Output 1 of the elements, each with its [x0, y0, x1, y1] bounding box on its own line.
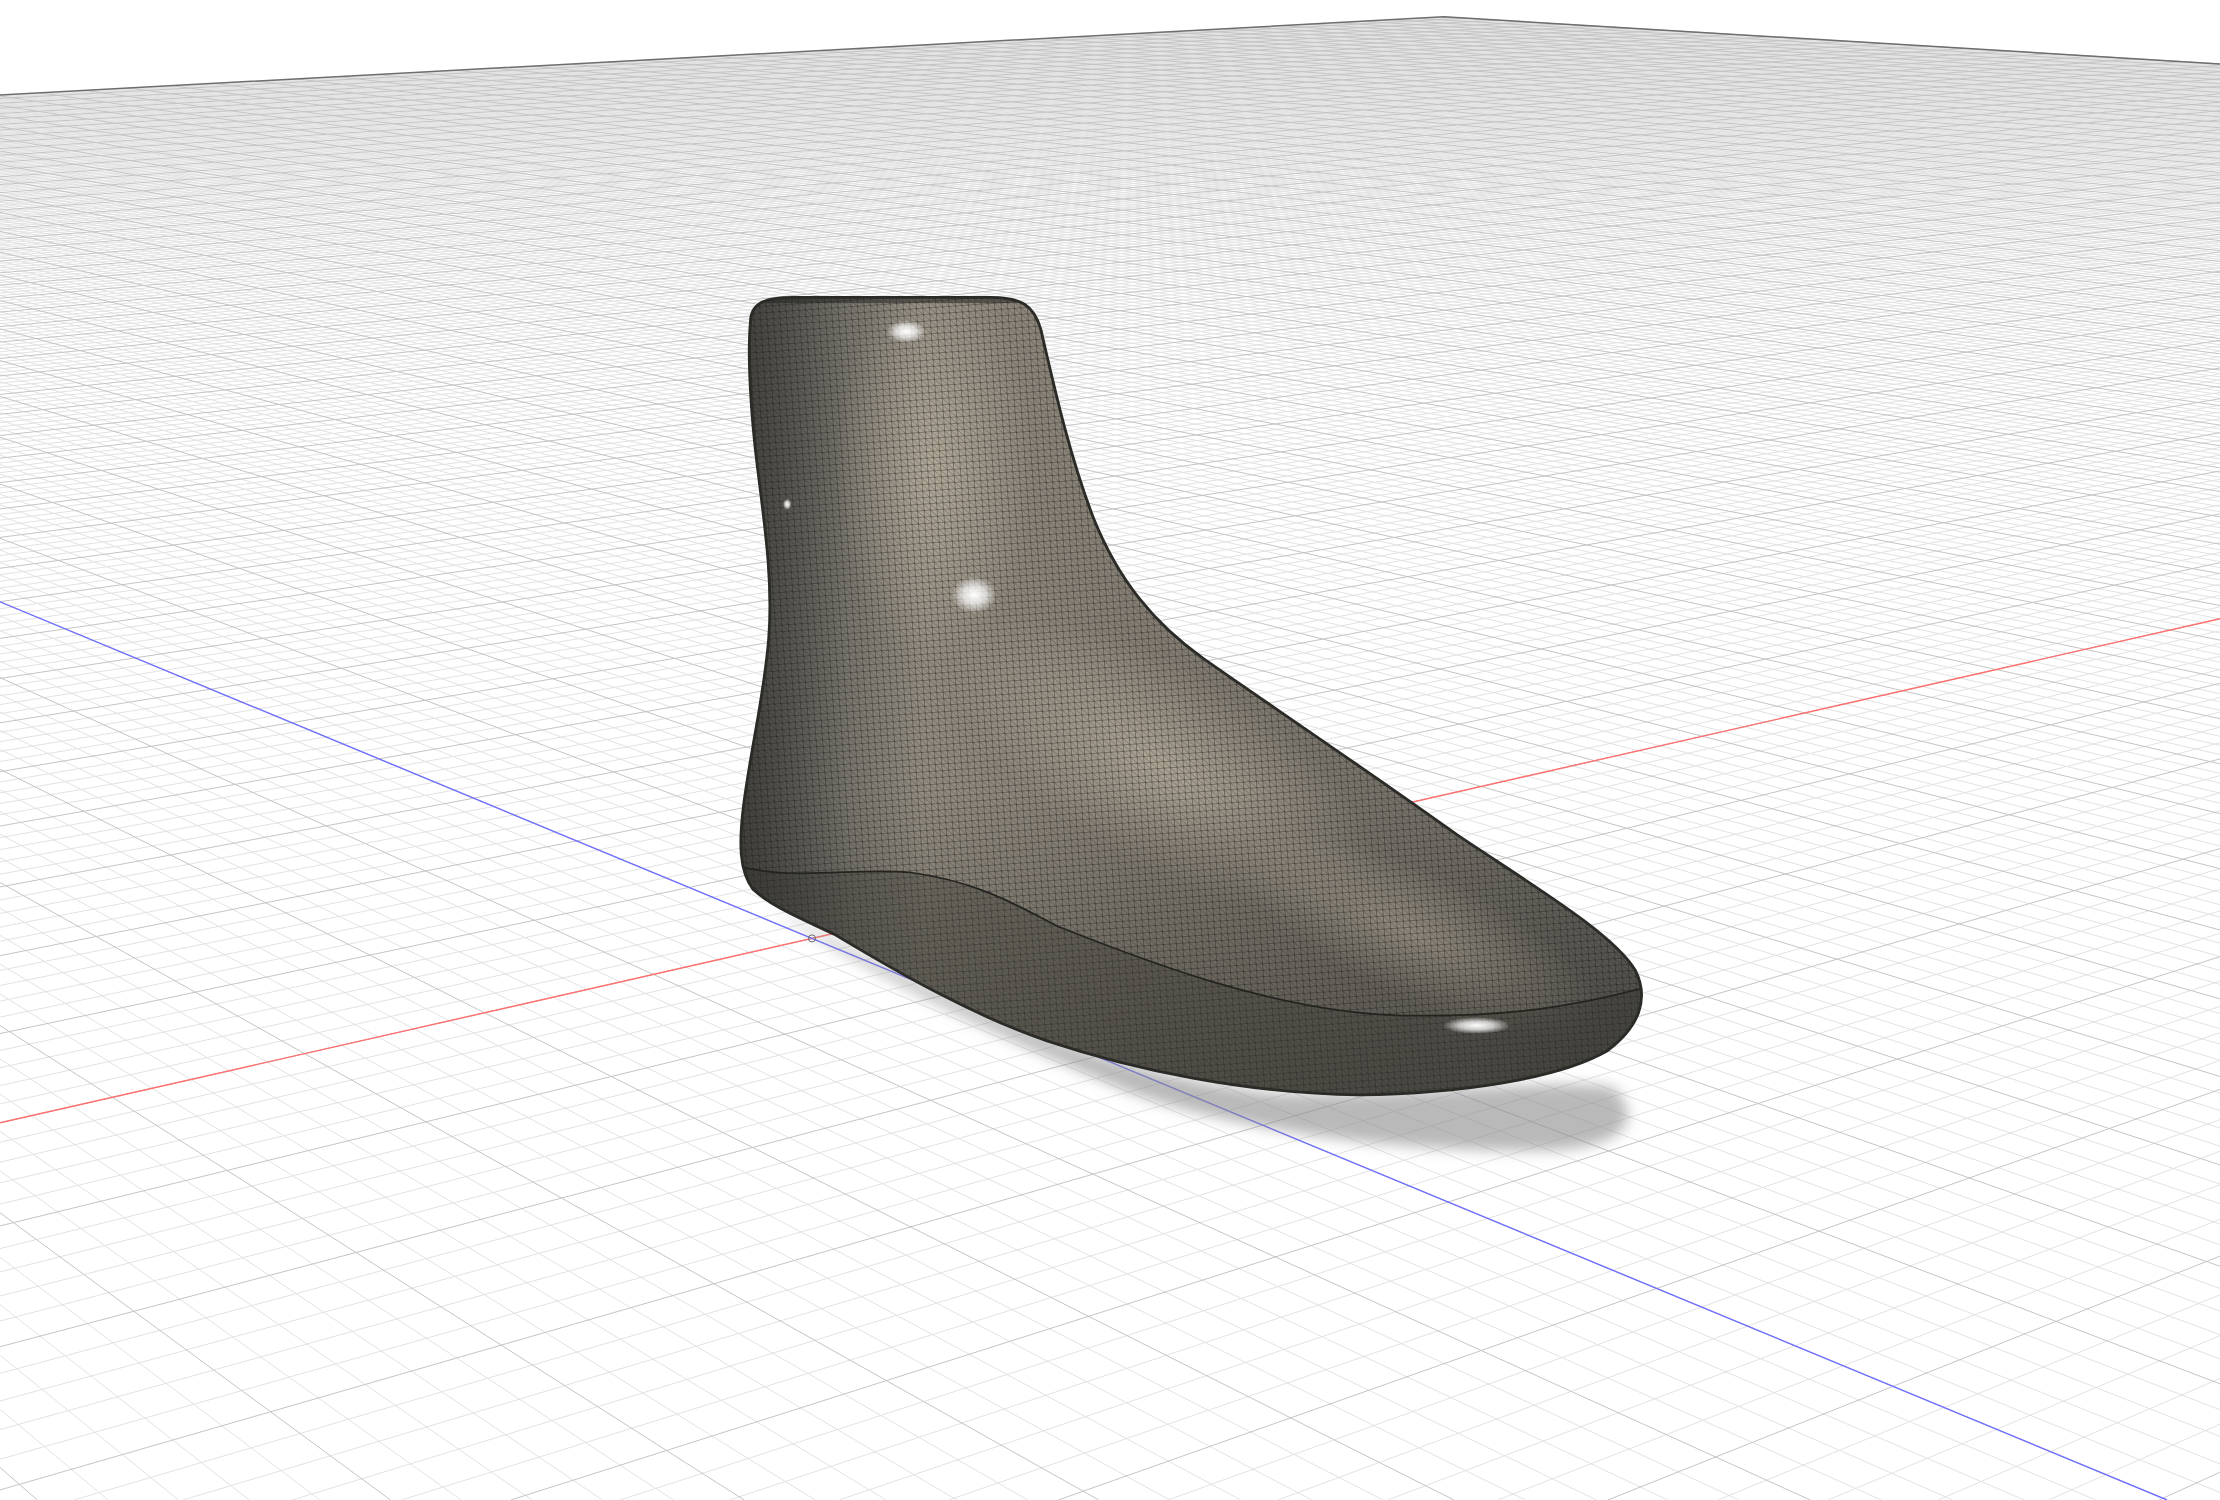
origin-marker-icon	[807, 934, 816, 943]
